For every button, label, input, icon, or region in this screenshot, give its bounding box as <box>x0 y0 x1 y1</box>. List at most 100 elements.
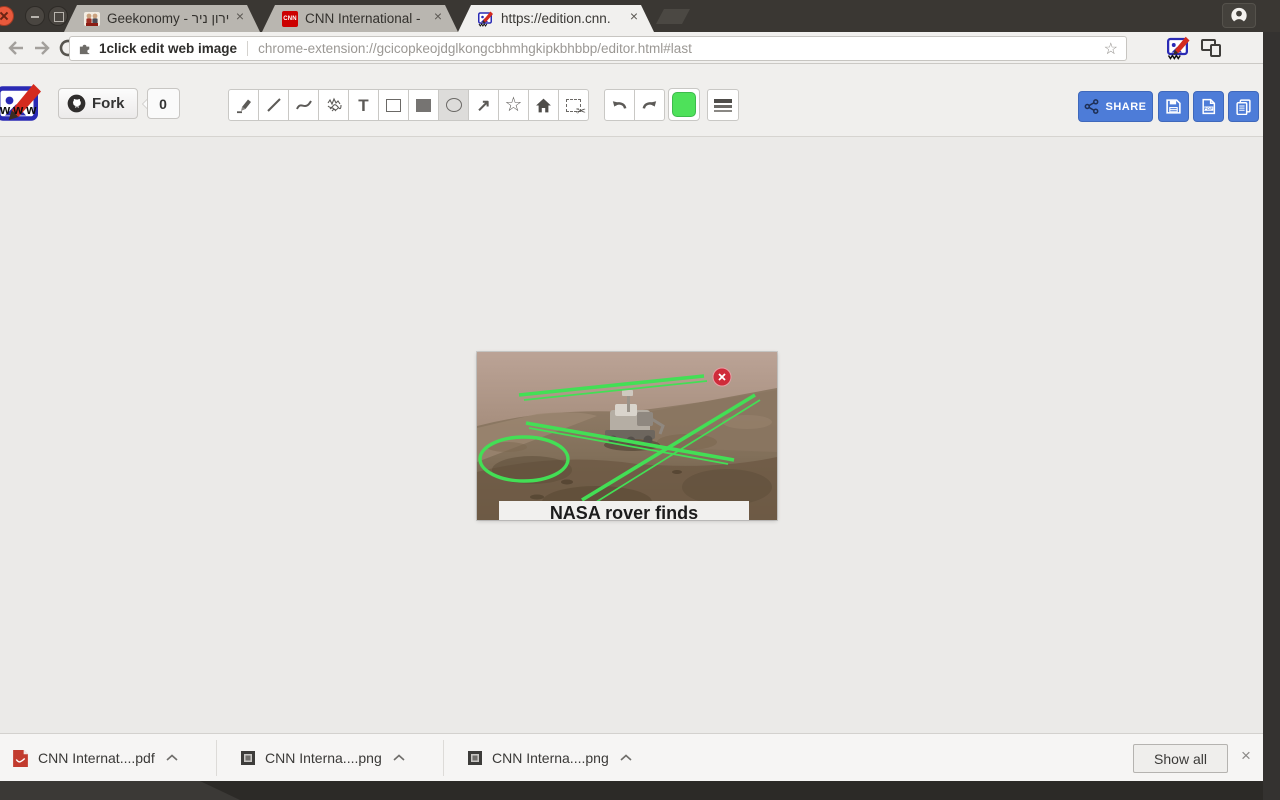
bookmark-star-icon[interactable]: ☆ <box>1104 39 1118 59</box>
tab-devices-icon[interactable] <box>1199 36 1223 60</box>
ellipse-icon <box>446 98 462 112</box>
tab-close-icon[interactable]: × <box>626 9 642 25</box>
extension-name-label: 1click edit web image <box>99 41 237 56</box>
back-icon[interactable] <box>4 36 28 60</box>
image-caption: NASA rover finds <box>499 501 749 520</box>
tool-marker-button[interactable] <box>228 89 259 121</box>
window-close-button[interactable] <box>0 6 14 26</box>
pdf-file-icon <box>12 749 29 768</box>
show-all-downloads-button[interactable]: Show all <box>1133 744 1228 773</box>
rectangle-filled-icon <box>416 99 431 112</box>
tab-title: Geekonomy - ירון ניר <box>107 11 229 26</box>
save-icon <box>1165 98 1182 115</box>
editor-toolbar: www Fork 0 <box>0 64 1263 137</box>
tab-close-icon[interactable]: × <box>232 9 248 25</box>
copy-button[interactable] <box>1228 91 1259 122</box>
fork-button[interactable]: Fork <box>58 88 138 119</box>
app-logo-text: www <box>0 102 39 117</box>
text-tool-icon: T <box>358 97 368 114</box>
delete-annotation-button[interactable] <box>713 368 731 386</box>
tab-cnn-international[interactable]: CNN CNN International - × <box>262 5 458 32</box>
crop-icon: ✂ <box>566 99 581 112</box>
download-menu-chevron-icon[interactable] <box>618 750 634 766</box>
undo-button[interactable] <box>604 89 635 121</box>
line-icon <box>265 96 283 114</box>
svg-text:PDF: PDF <box>1204 107 1213 111</box>
editor-canvas[interactable]: NASA rover finds <box>0 137 1263 733</box>
tool-home-button[interactable] <box>528 89 559 121</box>
edit-extension-toolbar-icon[interactable] <box>1167 36 1191 60</box>
window-minimize-button[interactable] <box>25 6 45 26</box>
fork-count[interactable]: 0 <box>147 88 180 119</box>
tool-ellipse-button[interactable] <box>438 89 469 121</box>
tab-title: https://edition.cnn. <box>501 11 611 26</box>
undo-icon <box>610 96 629 115</box>
browser-navbar: 1click edit web image chrome-extension:/… <box>0 32 1263 64</box>
fork-label: Fork <box>92 95 125 112</box>
tool-curve-button[interactable] <box>288 89 319 121</box>
close-downloads-bar-icon[interactable]: × <box>1236 746 1256 766</box>
new-tab-button[interactable] <box>656 9 690 24</box>
spray-icon <box>325 96 343 114</box>
line-width-button[interactable] <box>707 89 739 121</box>
profile-icon <box>1223 4 1255 27</box>
download-item[interactable]: CNN Internat....pdf <box>12 734 180 782</box>
shelf-divider <box>216 740 217 776</box>
tool-line-button[interactable] <box>258 89 289 121</box>
tool-filled-rectangle-button[interactable] <box>408 89 439 121</box>
history-buttons <box>604 89 665 121</box>
share-label: SHARE <box>1105 101 1146 113</box>
home-icon <box>535 97 552 114</box>
tool-arrow-button[interactable]: ↗ <box>468 89 499 121</box>
redo-icon <box>640 96 659 115</box>
tool-text-button[interactable]: T <box>348 89 379 121</box>
window-titlebar: Geekonomy - ירון ניר × CNN CNN Internati… <box>0 0 1280 32</box>
shelf-divider <box>443 740 444 776</box>
save-pdf-button[interactable]: PDF <box>1193 91 1224 122</box>
arrow-icon: ↗ <box>476 97 490 114</box>
download-item[interactable]: CNN Interna....png <box>240 734 407 782</box>
color-picker-button[interactable] <box>668 88 700 121</box>
share-icon <box>1084 99 1099 114</box>
scissors-icon: ✂ <box>576 104 586 118</box>
annotation-line[interactable] <box>593 400 760 504</box>
image-editor-extension-icon <box>478 11 494 27</box>
annotation-ellipse[interactable] <box>480 437 568 481</box>
download-item[interactable]: CNN Interna....png <box>467 734 634 782</box>
tool-rectangle-button[interactable] <box>378 89 409 121</box>
annotation-layer[interactable] <box>477 352 777 520</box>
forward-icon[interactable] <box>30 36 54 60</box>
caption-text: NASA rover finds <box>550 501 698 520</box>
tab-title: CNN International - <box>305 11 421 26</box>
edited-image[interactable]: NASA rover finds <box>477 352 777 520</box>
tab-editor-active[interactable]: https://edition.cnn. × <box>458 5 654 32</box>
tab-geekonomy[interactable]: Geekonomy - ירון ניר × <box>64 5 260 32</box>
image-file-icon <box>240 750 256 766</box>
people-icon <box>84 11 100 27</box>
annotation-line[interactable] <box>519 376 704 395</box>
profile-avatar-button[interactable] <box>1222 3 1256 28</box>
tool-star-button[interactable]: ☆ <box>498 89 529 121</box>
downloads-bar: CNN Internat....pdf CNN Interna....png C… <box>0 733 1263 781</box>
redo-button[interactable] <box>634 89 665 121</box>
current-color-swatch <box>672 92 696 117</box>
share-button[interactable]: SHARE <box>1078 91 1153 122</box>
line-width-icon <box>714 99 732 103</box>
cnn-icon: CNN <box>282 11 298 27</box>
image-file-icon <box>467 750 483 766</box>
save-button[interactable] <box>1158 91 1189 122</box>
tool-crop-button[interactable]: ✂ <box>558 89 589 121</box>
github-icon <box>67 94 86 113</box>
marker-icon <box>235 96 253 114</box>
puzzle-icon <box>78 41 93 56</box>
address-bar[interactable]: 1click edit web image chrome-extension:/… <box>69 36 1127 61</box>
tab-close-icon[interactable]: × <box>430 9 446 25</box>
window-maximize-button[interactable] <box>48 6 68 26</box>
url-text: chrome-extension://gcicopkeojdglkongcbhm… <box>258 41 1096 56</box>
download-menu-chevron-icon[interactable] <box>164 750 180 766</box>
curve-icon <box>295 96 313 114</box>
omnibox-separator <box>247 41 248 56</box>
download-filename: CNN Interna....png <box>492 750 609 766</box>
tool-spray-button[interactable] <box>318 89 349 121</box>
download-menu-chevron-icon[interactable] <box>391 750 407 766</box>
